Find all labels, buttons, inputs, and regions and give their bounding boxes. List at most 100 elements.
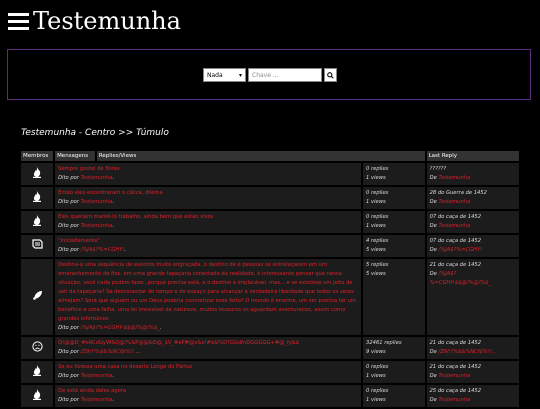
replies-count: 0 replies (366, 166, 389, 172)
table-row[interactable]: Então eles encontraram o cálice, dilema D… (21, 187, 519, 209)
topic-author-link[interactable]: Testemunha (81, 397, 113, 403)
topic-icon-cell (21, 361, 54, 383)
by-prefix: Dito por (58, 397, 79, 403)
topic-cell: Se eu tivesse uma casa no deserto Longe … (55, 361, 362, 383)
views-count: 1 views (366, 223, 386, 229)
topic-icon-cell (21, 235, 54, 257)
table-row[interactable]: "Iniciadamente" Dito por /%JA$?%=CGHY!. 4 … (21, 235, 519, 257)
topic-title-link[interactable]: Se eu tivesse uma casa no deserto Longe … (58, 363, 358, 372)
last-reply-author-link[interactable]: /Z9/!!%$&%NCf$%!!.. (438, 349, 495, 355)
header-replies-views: Replies/Views (96, 151, 425, 161)
topic-author-link[interactable]: Testemunha (81, 223, 113, 229)
topic-author-line: Dito por /%JA$?%=CGHY!. (58, 247, 127, 253)
topic-cell: Sempre gostei de flores Dito por Testemun… (55, 163, 362, 185)
topic-author-link[interactable]: Testemunha (81, 199, 113, 205)
last-reply-by: De Testemunha (430, 222, 516, 231)
replies-views-cell: 4 replies 5 views (363, 235, 425, 257)
last-reply-cell: 21 do caça de 1452 De /Z9/!!%$&%NCf$%!!.. (426, 337, 519, 359)
topic-author-line: Dito por Testemunha. (58, 199, 115, 205)
topic-author-link[interactable]: /Z9/!!%$&%NCf$%!!.. (81, 349, 138, 355)
last-reply-author-link[interactable]: /%JA$?%=CGHY! (438, 247, 482, 253)
from-prefix: De (429, 175, 437, 181)
table-row[interactable]: Eles queriam mantê-lo trabalho, ainda be… (21, 211, 519, 233)
fire-icon (32, 364, 42, 378)
table-row[interactable]: Sempre gostei de flores Dito por Testemun… (21, 163, 519, 185)
search-button[interactable] (324, 68, 337, 82)
topic-icon-cell (21, 259, 54, 335)
replies-count: 5 replies (366, 262, 389, 268)
topic-title-link[interactable]: Destina-à uma sequência de eventos muito… (58, 261, 358, 324)
topic-cell: Então eles encontraram o cálice, dilema D… (55, 187, 362, 209)
last-reply-author-link[interactable]: Testemunha (438, 175, 470, 181)
replies-views-cell: 0 replies 1 views (363, 361, 425, 383)
header-members: Membros (21, 151, 54, 161)
table-row[interactable]: Destina-à uma sequência de eventos muito… (21, 259, 519, 335)
topic-title-link[interactable]: Então eles encontraram o cálice, dilema (58, 189, 358, 198)
by-prefix: Dito por (58, 175, 79, 181)
views-count: 1 views (366, 373, 386, 379)
topic-cell: "Iniciadamente" Dito por /%JA$?%=CGHY!. (55, 235, 362, 257)
by-prefix: Dito por (58, 223, 79, 229)
last-reply-author-link[interactable]: Testemunha (438, 199, 470, 205)
topic-title-link[interactable]: "Iniciadamente" (58, 237, 358, 246)
last-reply-by: De Testemunha (430, 396, 516, 405)
topic-title-link[interactable]: Eles queriam mantê-lo trabalho, ainda be… (58, 213, 358, 222)
last-reply-by: De Testemunha (430, 174, 516, 183)
replies-count: 0 replies (366, 388, 389, 394)
topic-author-link[interactable]: Testemunha (81, 175, 113, 181)
last-reply-author-link[interactable]: /%JA$?%=CGHY-$$@/%@/%$_ (430, 271, 491, 286)
last-reply-date: 21 do caça de 1452 (429, 340, 482, 346)
last-reply-by: De /%JA$?%=CGHY! (430, 246, 516, 255)
by-prefix: Dito por (58, 247, 79, 253)
fire-icon (32, 166, 42, 180)
topic-author-link[interactable]: /%JA$?%=CGHY-$$@/%@/%$_ (81, 325, 160, 331)
from-prefix: De (429, 349, 437, 355)
topic-author-link[interactable]: /%JA$?%=CGHY! (81, 247, 125, 253)
topic-author-link[interactable]: Testemunha (81, 373, 113, 379)
last-reply-author-link[interactable]: Testemunha (438, 397, 470, 403)
last-reply-cell: 21 do caça de 1452 De Testemunha (426, 361, 519, 383)
topic-author-line: Dito por Testemunha. (58, 397, 115, 403)
menu-icon[interactable] (8, 13, 29, 31)
topic-cell: Eles queriam mantê-lo trabalho, ainda be… (55, 211, 362, 233)
last-reply-by: De /%JA$?%=CGHY-$$@/%@/%$_ (430, 270, 516, 288)
last-reply-date: 21 do caça de 1452 (429, 364, 482, 370)
last-reply-cell: 25 do caça de 1452 De Testemunha (426, 385, 519, 407)
last-reply-cell: ?????? De Testemunha (426, 163, 519, 185)
topic-cell: Destina-à uma sequência de eventos muito… (55, 259, 362, 335)
last-reply-by: De Testemunha (430, 372, 516, 381)
replies-count: 0 replies (366, 190, 389, 196)
table-row[interactable]: Q!@@D_#eRCdGyW&Q@/%&P@@&D@_$V_#eP#@v&x!#… (21, 337, 519, 359)
last-reply-author-link[interactable]: Testemunha (438, 373, 470, 379)
topic-table: Membros Mensagens Replies/Views Last Rep… (19, 149, 521, 409)
search-icon (327, 71, 334, 79)
table-row[interactable]: De está ainda deles agora Dito por Testem… (21, 385, 519, 407)
breadcrumb[interactable]: Testemunha - Centro >> Túmulo (21, 128, 169, 138)
last-reply-author-link[interactable]: Testemunha (438, 223, 470, 229)
last-reply-date: 07 do caça de 1452 (429, 214, 482, 220)
topic-cell: De está ainda deles agora Dito por Testem… (55, 385, 362, 407)
from-prefix: De (429, 247, 437, 253)
fire-icon (32, 214, 42, 228)
table-row[interactable]: Se eu tivesse uma casa no deserto Longe … (21, 361, 519, 383)
from-prefix: De (429, 199, 437, 205)
fire-icon (32, 190, 42, 204)
replies-views-cell: 32461 replies 9 views (363, 337, 425, 359)
views-count: 9 views (366, 349, 386, 355)
last-reply-date: 07 do caça de 1452 (429, 238, 482, 244)
header-last-reply: Last Reply (426, 151, 519, 161)
topic-title-link[interactable]: De está ainda deles agora (58, 387, 358, 396)
chevron-down-icon: ▾ (238, 72, 242, 79)
last-reply-cell: 21 do caça de 1452 De /%JA$?%=CGHY-$$@/%@… (426, 259, 519, 335)
topic-icon-cell (21, 163, 54, 185)
sad-face-icon (31, 340, 43, 354)
from-prefix: De (429, 397, 437, 403)
search-input[interactable]: Chave ... (248, 68, 322, 82)
site-title[interactable]: Testemunha (33, 6, 181, 36)
search-filter-select[interactable]: Nada ▾ (203, 68, 246, 82)
last-reply-date: ?????? (429, 166, 447, 172)
topic-title-link[interactable]: Sempre gostei de flores (58, 165, 358, 174)
replies-views-cell: 0 replies 1 views (363, 385, 425, 407)
replies-count: 32461 replies (366, 340, 402, 346)
topic-title-link[interactable]: Q!@@D_#eRCdGyW&Q@/%&P@@&D@_$V_#eP#@v&x!#… (58, 339, 358, 348)
